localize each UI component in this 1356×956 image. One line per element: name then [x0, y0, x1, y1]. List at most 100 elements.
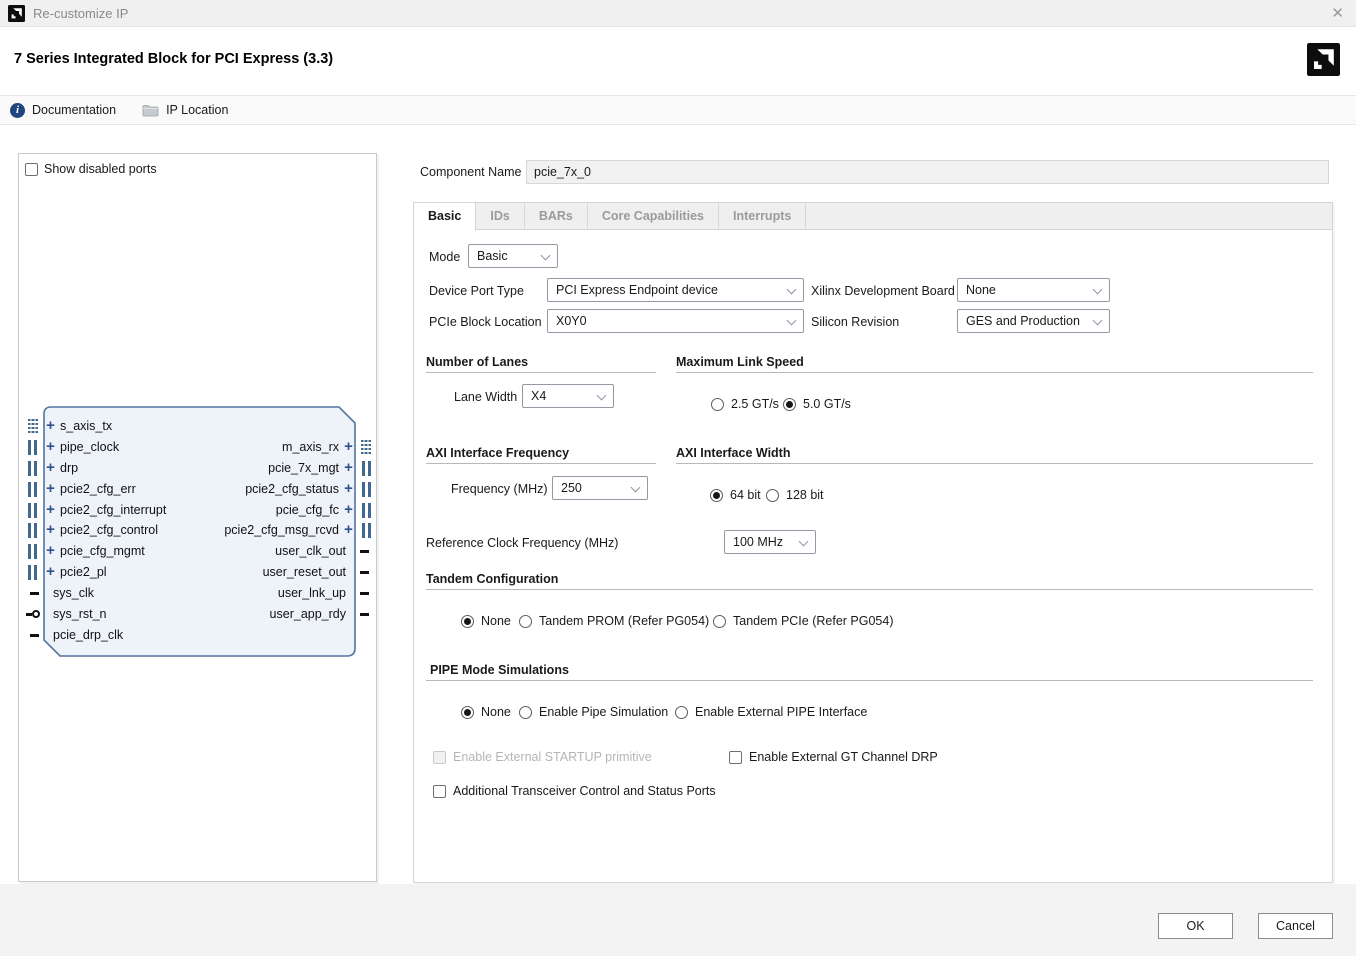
- expand-port-icon[interactable]: +: [43, 482, 58, 496]
- radio-unselected-icon[interactable]: [766, 489, 779, 502]
- bus-connector-icon: [28, 482, 37, 497]
- bus-connector-icon: [362, 461, 371, 476]
- section-divider: [426, 463, 656, 464]
- pipe-option-enable-sim[interactable]: Enable Pipe Simulation: [519, 705, 668, 719]
- ok-button[interactable]: OK: [1158, 913, 1233, 939]
- tab-core-capabilities[interactable]: Core Capabilities: [588, 203, 719, 230]
- expand-port-icon[interactable]: +: [43, 544, 58, 558]
- ip-location-button[interactable]: IP Location: [142, 103, 228, 117]
- port-name: pcie2_pl: [58, 565, 109, 579]
- device-port-type-dropdown[interactable]: PCI Express Endpoint device: [547, 278, 804, 302]
- bus-connector-icon: [28, 440, 37, 455]
- window-title: Re-customize IP: [33, 6, 128, 21]
- bus-connector-icon: [28, 544, 37, 559]
- lane-width-dropdown[interactable]: X4: [522, 384, 614, 408]
- tab-basic[interactable]: Basic: [414, 203, 476, 231]
- expand-port-icon[interactable]: +: [43, 419, 58, 433]
- port-name: pcie2_cfg_interrupt: [58, 503, 168, 517]
- tandem-option-prom[interactable]: Tandem PROM (Refer PG054): [519, 614, 709, 628]
- port-name: pcie_drp_clk: [51, 628, 125, 642]
- recustomize-ip-dialog: Re-customize IP ✕ 7 Series Integrated Bl…: [0, 0, 1356, 956]
- enable-gt-channel-drp-checkbox[interactable]: [729, 751, 742, 764]
- tandem-option-pcie[interactable]: Tandem PCIe (Refer PG054): [713, 614, 894, 628]
- mode-dropdown[interactable]: Basic: [468, 244, 558, 268]
- additional-transceiver-ports-option[interactable]: Additional Transceiver Control and Statu…: [433, 784, 716, 798]
- radio-selected-icon[interactable]: [461, 615, 474, 628]
- close-icon[interactable]: ✕: [1331, 4, 1344, 22]
- expand-port-icon[interactable]: +: [341, 523, 356, 537]
- radio-label: 128 bit: [786, 488, 824, 502]
- port-row: +m_axis_rx: [280, 437, 356, 457]
- dialog-toolbar: i Documentation IP Location: [0, 95, 1356, 125]
- expand-port-icon[interactable]: +: [341, 482, 356, 496]
- axi-width-option-128[interactable]: 128 bit: [766, 488, 824, 502]
- show-disabled-ports-option[interactable]: Show disabled ports: [25, 162, 157, 176]
- section-divider: [676, 372, 1313, 373]
- link-speed-option-5-0[interactable]: 5.0 GT/s: [783, 397, 851, 411]
- component-name-input[interactable]: pcie_7x_0: [526, 160, 1329, 184]
- checkbox-label: Enable External STARTUP primitive: [453, 750, 652, 764]
- additional-transceiver-ports-checkbox[interactable]: [433, 785, 446, 798]
- radio-unselected-icon[interactable]: [519, 615, 532, 628]
- port-name: sys_clk: [51, 586, 96, 600]
- show-disabled-ports-label: Show disabled ports: [44, 162, 157, 176]
- expand-port-icon[interactable]: +: [43, 565, 58, 579]
- port-row: sys_rst_n: [43, 604, 109, 624]
- tab-ids[interactable]: IDs: [476, 203, 524, 230]
- port-name: pcie2_cfg_status: [243, 482, 341, 496]
- cancel-button[interactable]: Cancel: [1258, 913, 1333, 939]
- section-divider: [426, 589, 1313, 590]
- tab-interrupts[interactable]: Interrupts: [719, 203, 806, 230]
- pipe-option-external-pipe[interactable]: Enable External PIPE Interface: [675, 705, 867, 719]
- radio-selected-icon[interactable]: [710, 489, 723, 502]
- expand-port-icon[interactable]: +: [43, 461, 58, 475]
- xilinx-logo-large-icon: [1307, 43, 1340, 76]
- enable-external-startup-checkbox: [433, 751, 446, 764]
- axi-width-option-64[interactable]: 64 bit: [710, 488, 761, 502]
- radio-unselected-icon[interactable]: [519, 706, 532, 719]
- section-divider: [426, 372, 656, 373]
- radio-unselected-icon[interactable]: [713, 615, 726, 628]
- expand-port-icon[interactable]: +: [341, 503, 356, 517]
- port-name: sys_rst_n: [51, 607, 109, 621]
- expand-port-icon[interactable]: +: [43, 503, 58, 517]
- link-speed-option-2-5[interactable]: 2.5 GT/s: [711, 397, 779, 411]
- expand-port-icon[interactable]: +: [341, 440, 356, 454]
- block-location-label: PCIe Block Location: [429, 315, 542, 329]
- chevron-down-icon: [787, 316, 797, 326]
- dev-board-dropdown[interactable]: None: [957, 278, 1110, 302]
- radio-unselected-icon[interactable]: [675, 706, 688, 719]
- silicon-revision-dropdown[interactable]: GES and Production: [957, 309, 1110, 333]
- port-name: drp: [58, 461, 80, 475]
- enable-external-startup-option: Enable External STARTUP primitive: [433, 750, 652, 764]
- documentation-button[interactable]: i Documentation: [10, 103, 116, 118]
- port-name: user_clk_out: [273, 544, 348, 558]
- pipe-option-none[interactable]: None: [461, 705, 511, 719]
- tab-bars[interactable]: BARs: [525, 203, 588, 230]
- port-row: +pcie2_cfg_msg_rcvd: [222, 520, 356, 540]
- frequency-value: 250: [561, 481, 582, 495]
- expand-port-icon[interactable]: +: [43, 440, 58, 454]
- port-row: pcie_drp_clk: [43, 625, 125, 645]
- ref-clock-dropdown[interactable]: 100 MHz: [724, 530, 816, 554]
- port-name: pcie_cfg_fc: [274, 503, 341, 517]
- radio-label: 5.0 GT/s: [803, 397, 851, 411]
- expand-port-icon[interactable]: +: [341, 461, 356, 475]
- port-name: pipe_clock: [58, 440, 121, 454]
- block-location-dropdown[interactable]: X0Y0: [547, 309, 804, 333]
- port-name: pcie2_cfg_err: [58, 482, 138, 496]
- bus-connector-icon: [28, 523, 37, 538]
- enable-gt-channel-drp-option[interactable]: Enable External GT Channel DRP: [729, 750, 938, 764]
- radio-label: None: [481, 705, 511, 719]
- expand-port-icon[interactable]: +: [43, 523, 58, 537]
- radio-unselected-icon[interactable]: [711, 398, 724, 411]
- tandem-option-none[interactable]: None: [461, 614, 511, 628]
- show-disabled-ports-checkbox[interactable]: [25, 163, 38, 176]
- port-row: +pcie2_pl: [43, 562, 109, 582]
- frequency-dropdown[interactable]: 250: [552, 476, 648, 500]
- port-name: pcie2_cfg_msg_rcvd: [222, 523, 341, 537]
- radio-selected-icon[interactable]: [461, 706, 474, 719]
- bus-connector-icon: [28, 461, 37, 476]
- radio-selected-icon[interactable]: [783, 398, 796, 411]
- window-titlebar: Re-customize IP ✕: [0, 0, 1356, 27]
